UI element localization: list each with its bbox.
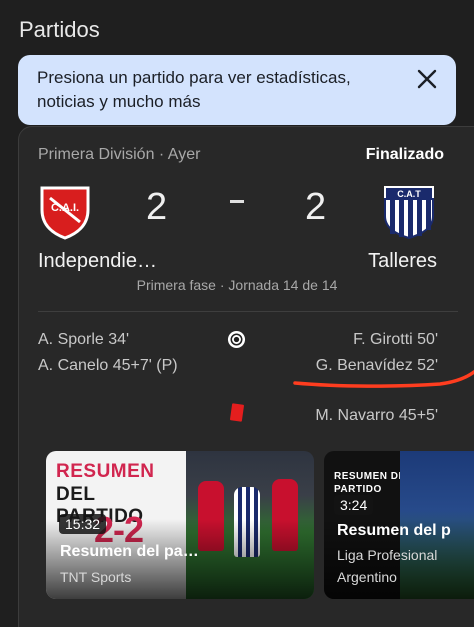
video-source: TNT Sports (60, 569, 132, 585)
video-title: Resumen del pa… (60, 543, 199, 560)
video-card[interactable]: RESUMEN DEL PARTIDO 3:24 Resumen del p L… (324, 451, 474, 599)
thumbnail-heading: RESUMEN (56, 461, 155, 482)
video-duration: 15:32 (59, 514, 107, 534)
video-source: Argentino (337, 569, 397, 585)
thumbnail-subheading: PARTIDO (334, 484, 382, 495)
video-duration: 3:24 (334, 495, 374, 515)
video-card[interactable]: RESUMEN DEL PARTIDO 2-2 15:32 Resumen de… (46, 451, 314, 599)
video-source: Liga Profesional (337, 547, 438, 563)
video-title: Resumen del p (337, 522, 451, 539)
